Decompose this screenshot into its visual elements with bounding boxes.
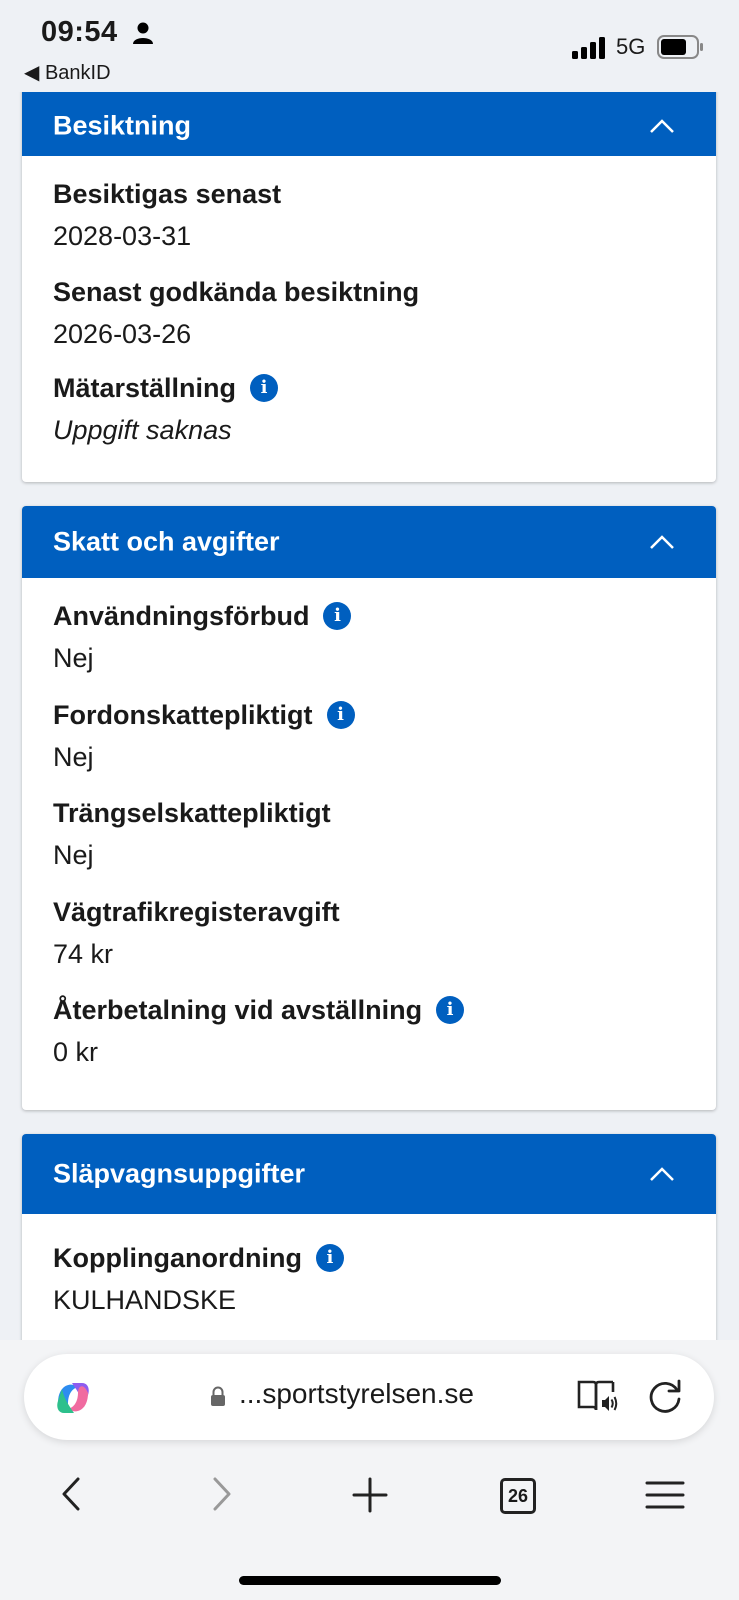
menu-hamburger-icon[interactable] [645, 1480, 685, 1510]
field-label-text: Kopplinganordning [53, 1243, 302, 1273]
field-label: Senast godkända besiktning [53, 275, 419, 309]
section-header-slapvagnsuppgifter[interactable]: Släpvagnsuppgifter [22, 1134, 716, 1214]
network-type: 5G [616, 34, 646, 59]
field-label-text: Mätarställning [53, 373, 237, 403]
reload-icon[interactable] [646, 1378, 684, 1416]
back-app-label: BankID [44, 62, 111, 84]
back-triangle-icon: ◀ [24, 62, 40, 84]
field-kopplinganordning: Kopplinganordning i KULHANDSKE [53, 1241, 344, 1317]
field-label-text: Vägtrafikregisteravgift [53, 897, 340, 927]
field-label-text: Besiktigas senast [53, 179, 282, 209]
field-value: 74 kr [53, 939, 114, 969]
field-label: Användningsförbud i [53, 599, 352, 633]
field-label: Återbetalning vid avställning i [53, 993, 465, 1027]
field-label-text: Återbetalning vid avställning [53, 995, 423, 1025]
section-card-slapvagnsuppgifter: Släpvagnsuppgifter Kopplinganordning i KU… [22, 1134, 716, 1340]
tabs-button[interactable]: 26 [500, 1478, 536, 1514]
field-value: Nej [53, 742, 94, 772]
field-label: Besiktigas senast [53, 177, 281, 211]
chevron-up-icon [650, 119, 674, 134]
battery-icon [657, 35, 703, 59]
field-label-text: Fordonskattepliktigt [53, 700, 313, 730]
read-aloud-icon[interactable] [576, 1378, 618, 1414]
new-tab-plus-icon[interactable] [352, 1477, 388, 1513]
field-label-text: Trängselskattepliktigt [53, 798, 331, 828]
section-header-skatt-och-avgifter[interactable]: Skatt och avgifter [22, 506, 716, 578]
browser-bottom-bar: ...sportstyrelsen.se 26 [0, 1340, 739, 1600]
section-header-besiktning[interactable]: Besiktning [22, 92, 716, 156]
field-value: 2028-03-31 [53, 221, 192, 251]
field-label: Vägtrafikregisteravgift [53, 895, 340, 929]
field-vagtrafikregisteravgift: Vägtrafikregisteravgift 74 kr [53, 895, 340, 971]
section-title: Skatt och avgifter [53, 526, 280, 557]
info-icon[interactable]: i [323, 602, 352, 630]
forward-arrow-icon[interactable] [209, 1477, 233, 1511]
field-value: KULHANDSKE [53, 1285, 237, 1315]
field-aterbetalning-vid-avstallning: Återbetalning vid avställning i 0 kr [53, 993, 465, 1069]
copilot-icon[interactable] [52, 1377, 94, 1419]
field-anvandningsforbud: Användningsförbud i Nej [53, 599, 352, 675]
section-title: Släpvagnsuppgifter [53, 1158, 306, 1189]
field-label-text: Användningsförbud [53, 601, 310, 631]
info-icon[interactable]: i [315, 1244, 344, 1272]
field-matarstallning: Mätarställning i Uppgift saknas [53, 371, 279, 447]
field-senast-godkanda-besiktning: Senast godkända besiktning 2026-03-26 [53, 275, 419, 351]
lock-icon [211, 1386, 225, 1406]
field-value: 0 kr [53, 1037, 99, 1067]
status-time: 09:54 [41, 16, 118, 48]
field-value: Uppgift saknas [53, 415, 232, 445]
field-fordonskattepliktigt: Fordonskattepliktigt i Nej [53, 698, 355, 774]
field-value: Nej [53, 643, 94, 673]
section-card-besiktning: Besiktning Besiktigas senast 2028-03-31 … [22, 92, 716, 482]
cellular-signal-icon [572, 37, 605, 59]
back-to-app-link[interactable]: ◀ BankID [24, 60, 111, 85]
field-besiktigas-senast: Besiktigas senast 2028-03-31 [53, 177, 281, 253]
field-label-text: Senast godkända besiktning [53, 277, 420, 307]
back-arrow-icon[interactable] [60, 1477, 84, 1511]
person-icon [133, 22, 153, 44]
field-label: Mätarställning i [53, 371, 279, 405]
section-card-skatt-och-avgifter: Skatt och avgifter Användningsförbud i Ne… [22, 506, 716, 1110]
field-value: 2026-03-26 [53, 319, 192, 349]
field-label: Fordonskattepliktigt i [53, 698, 355, 732]
section-title: Besiktning [53, 110, 192, 141]
home-indicator[interactable] [239, 1576, 501, 1585]
field-label: Trängselskattepliktigt [53, 796, 331, 830]
url-text: ...sportstyrelsen.se [239, 1378, 474, 1409]
field-label: Kopplinganordning i [53, 1241, 344, 1275]
status-bar: 09:54 ◀ BankID 5G [0, 0, 739, 92]
chevron-up-icon [650, 1167, 674, 1181]
info-icon[interactable]: i [326, 701, 355, 729]
chevron-up-icon [650, 535, 674, 549]
page-content: Besiktning Besiktigas senast 2028-03-31 … [0, 92, 739, 1340]
field-trangselskattepliktigt: Trängselskattepliktigt Nej [53, 796, 331, 872]
info-icon[interactable]: i [436, 996, 465, 1024]
info-icon[interactable]: i [250, 374, 279, 402]
address-bar[interactable]: ...sportstyrelsen.se [24, 1354, 714, 1440]
field-value: Nej [53, 840, 94, 870]
